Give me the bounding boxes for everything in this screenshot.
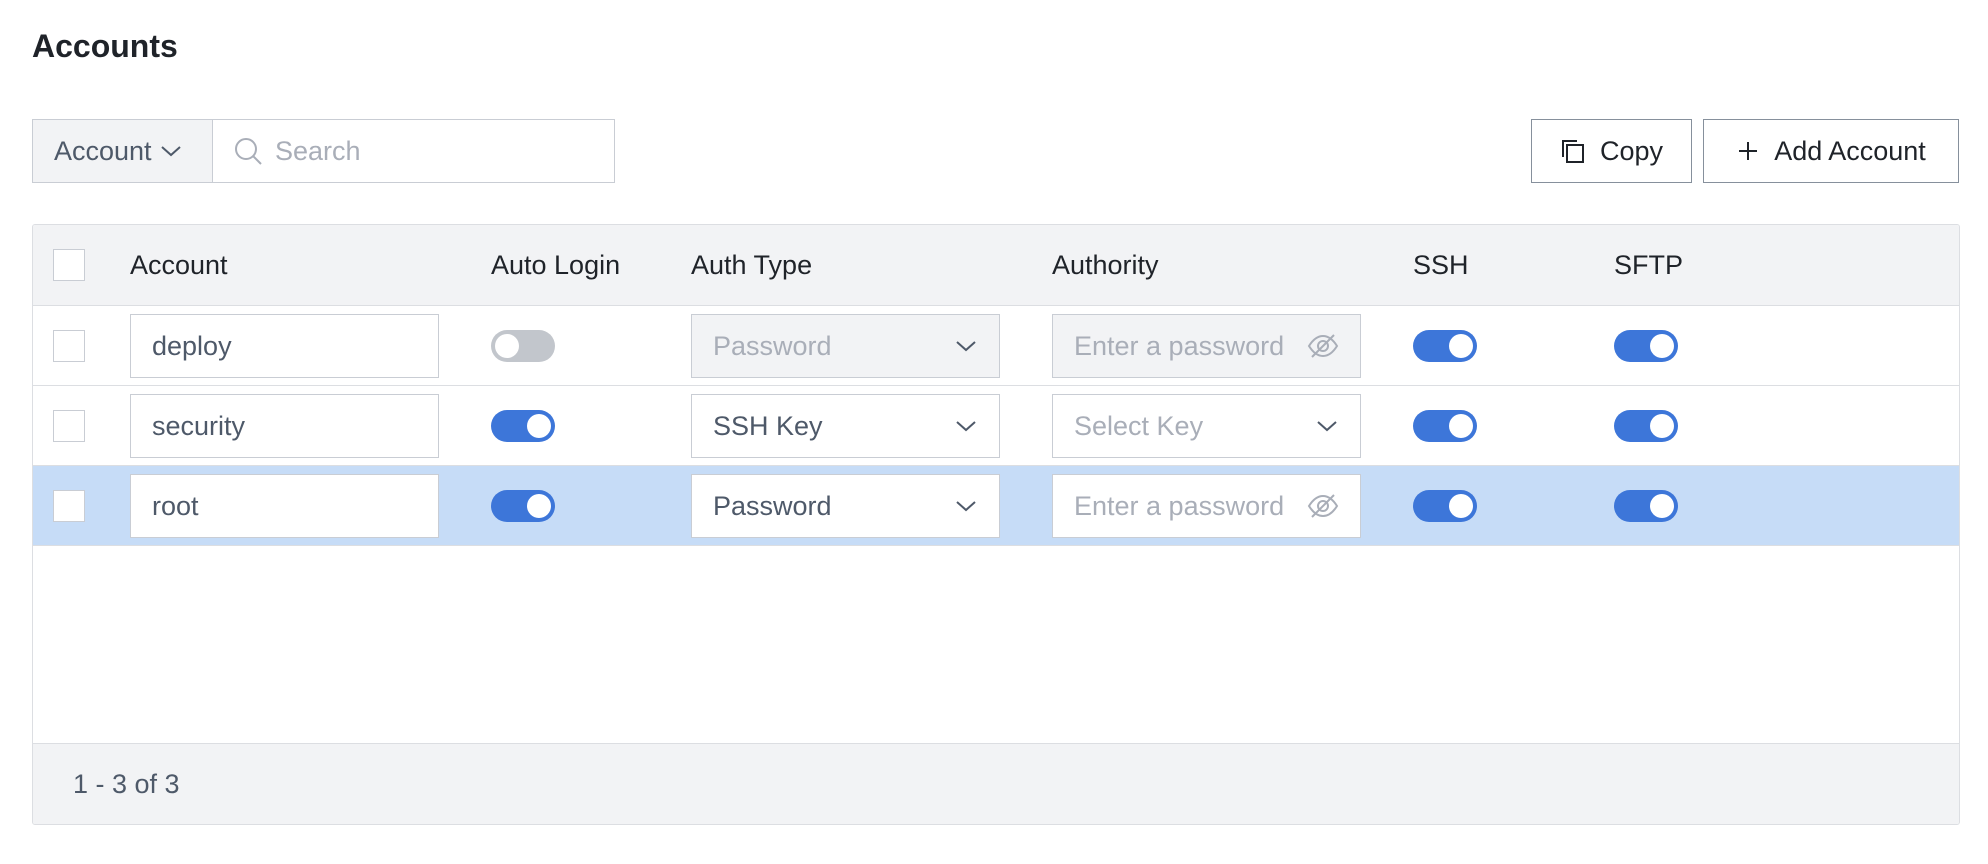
add-account-button-label: Add Account <box>1774 135 1926 166</box>
column-header-auth-type: Auth Type <box>691 249 813 280</box>
page-title: Accounts <box>32 28 178 64</box>
account-name-value: deploy <box>152 330 232 361</box>
column-header-auto-login: Auto Login <box>491 249 621 280</box>
sftp-cell <box>1614 386 1678 466</box>
row-checkbox[interactable] <box>53 410 85 442</box>
auth-type-value: Password <box>713 330 832 361</box>
toggle-knob <box>1449 494 1473 518</box>
sftp-toggle[interactable] <box>1614 330 1678 362</box>
auto-login-toggle[interactable] <box>491 330 555 362</box>
table-footer: 1 - 3 of 3 <box>33 743 1959 824</box>
toggle-knob <box>527 494 551 518</box>
eye-off-icon[interactable] <box>1306 332 1340 360</box>
account-cell: security <box>130 386 439 466</box>
account-name-input[interactable]: security <box>130 394 439 458</box>
auth-type-select[interactable]: Password <box>691 474 1000 538</box>
account-name-input[interactable]: deploy <box>130 314 439 378</box>
sftp-cell <box>1614 466 1678 546</box>
auth-type-select[interactable]: SSH Key <box>691 394 1000 458</box>
column-header-ssh: SSH <box>1413 249 1469 280</box>
search-filter-group: Account <box>32 119 615 183</box>
authority-cell: Select Key <box>1052 386 1361 466</box>
password-input <box>1074 330 1304 362</box>
account-name-value: root <box>152 490 199 521</box>
toggle-knob <box>495 334 519 358</box>
row-select-cell <box>53 386 85 466</box>
password-field <box>1052 474 1361 538</box>
row-checkbox[interactable] <box>53 490 85 522</box>
plus-icon <box>1736 139 1760 163</box>
key-select[interactable]: Select Key <box>1052 394 1361 458</box>
table-row[interactable]: security SSH Key Select Key <box>33 386 1959 466</box>
toggle-knob <box>1650 334 1674 358</box>
chevron-down-icon <box>955 499 977 513</box>
column-header-authority: Authority <box>1052 249 1159 280</box>
auto-login-toggle[interactable] <box>491 490 555 522</box>
auto-login-cell <box>491 386 555 466</box>
filter-field-select[interactable]: Account <box>32 119 212 183</box>
authority-cell <box>1052 466 1361 546</box>
pagination-info: 1 - 3 of 3 <box>73 768 180 799</box>
table-header: Account Auto Login Auth Type Authority S… <box>33 225 1959 306</box>
row-select-cell <box>53 306 85 386</box>
copy-button-label: Copy <box>1599 135 1664 166</box>
ssh-cell <box>1413 306 1477 386</box>
sftp-cell <box>1614 306 1678 386</box>
select-all-cell <box>53 225 85 305</box>
password-input[interactable] <box>1074 490 1304 522</box>
sftp-toggle[interactable] <box>1614 410 1678 442</box>
search-box <box>212 119 615 183</box>
row-checkbox[interactable] <box>53 330 85 362</box>
search-icon <box>233 136 263 166</box>
row-select-cell <box>53 466 85 546</box>
column-header-account: Account <box>130 249 228 280</box>
toggle-knob <box>1650 494 1674 518</box>
toggle-knob <box>1449 334 1473 358</box>
add-account-button[interactable]: Add Account <box>1703 119 1959 183</box>
ssh-cell <box>1413 386 1477 466</box>
ssh-toggle[interactable] <box>1413 330 1477 362</box>
ssh-toggle[interactable] <box>1413 490 1477 522</box>
auth-type-cell: SSH Key <box>691 386 1000 466</box>
auth-type-value: Password <box>713 490 832 521</box>
table-row[interactable]: deploy Password <box>33 306 1959 386</box>
accounts-page: Accounts Account Copy Add Account <box>0 0 1988 864</box>
chevron-down-icon <box>955 339 977 353</box>
eye-off-icon[interactable] <box>1306 492 1340 520</box>
auth-type-select: Password <box>691 314 1000 378</box>
ssh-cell <box>1413 466 1477 546</box>
auth-type-cell: Password <box>691 466 1000 546</box>
auto-login-toggle[interactable] <box>491 410 555 442</box>
auth-type-value: SSH Key <box>713 410 823 441</box>
auth-type-cell: Password <box>691 306 1000 386</box>
column-header-sftp: SFTP <box>1614 249 1684 280</box>
chevron-down-icon <box>955 419 977 433</box>
accounts-table: Account Auto Login Auth Type Authority S… <box>32 224 1960 825</box>
chevron-down-icon <box>160 144 182 158</box>
toggle-knob <box>527 414 551 438</box>
ssh-toggle[interactable] <box>1413 410 1477 442</box>
password-field <box>1052 314 1361 378</box>
account-name-input[interactable]: root <box>130 474 439 538</box>
chevron-down-icon <box>1316 419 1338 433</box>
auto-login-cell <box>491 306 555 386</box>
account-cell: root <box>130 466 439 546</box>
authority-cell <box>1052 306 1361 386</box>
auto-login-cell <box>491 466 555 546</box>
table-row[interactable]: root Password <box>33 466 1959 546</box>
filter-field-label: Account <box>54 135 152 166</box>
toggle-knob <box>1650 414 1674 438</box>
account-name-value: security <box>152 410 246 441</box>
search-input[interactable] <box>275 135 605 167</box>
copy-icon <box>1560 138 1586 164</box>
toggle-knob <box>1449 414 1473 438</box>
select-all-checkbox[interactable] <box>53 249 85 281</box>
sftp-toggle[interactable] <box>1614 490 1678 522</box>
account-cell: deploy <box>130 306 439 386</box>
key-select-value: Select Key <box>1074 410 1204 441</box>
copy-button[interactable]: Copy <box>1531 119 1692 183</box>
